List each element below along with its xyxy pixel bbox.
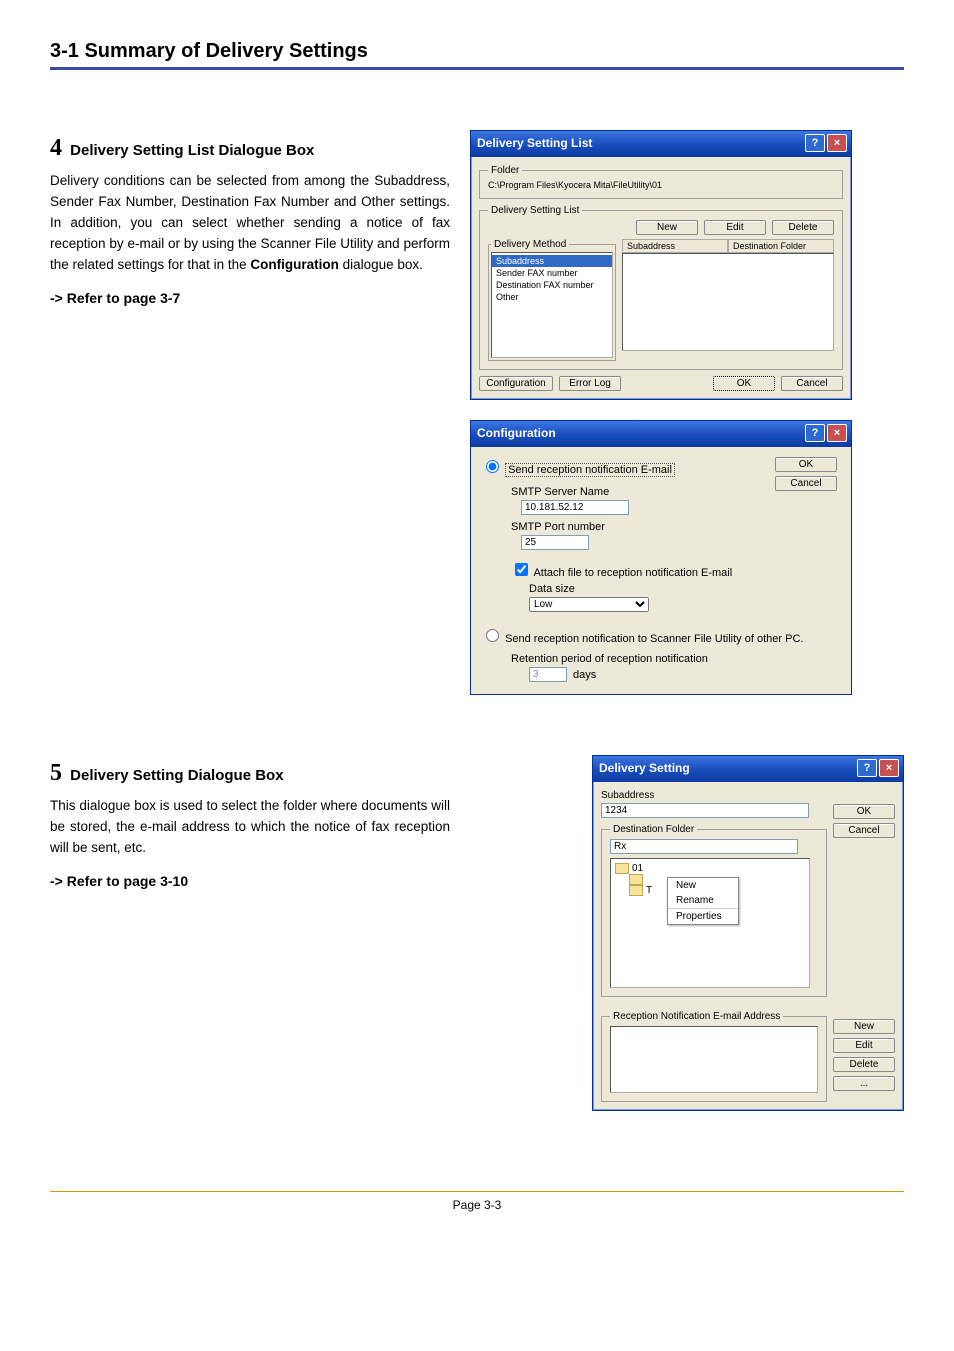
section5-number: 5 <box>50 760 62 786</box>
retention-input <box>529 667 567 682</box>
email-address-fieldset: Reception Notification E-mail Address <box>601 1011 827 1102</box>
section5-reference: -> Refer to page 3-10 <box>50 871 450 893</box>
folder-icon <box>629 885 643 896</box>
close-icon[interactable]: × <box>827 424 847 442</box>
help-icon[interactable]: ? <box>805 424 825 442</box>
section-5: 5 Delivery Setting Dialogue Box This dia… <box>50 755 904 1131</box>
section5-paragraph: This dialogue box is used to select the … <box>50 796 450 859</box>
col-subaddress[interactable]: Subaddress <box>622 239 728 253</box>
col-destination[interactable]: Destination Folder <box>728 239 834 253</box>
page-title: 3-1 Summary of Delivery Settings <box>50 40 904 70</box>
folder-icon <box>615 863 629 874</box>
retention-label: Retention period of reception notificati… <box>511 653 841 665</box>
delivery-method-legend: Delivery Method <box>491 239 569 250</box>
email-address-legend: Reception Notification E-mail Address <box>610 1011 783 1022</box>
radio-email-input[interactable] <box>486 460 499 473</box>
cancel-button[interactable]: Cancel <box>833 823 895 838</box>
smtp-port-input[interactable] <box>521 535 589 550</box>
destination-folder-fieldset: Destination Folder 01 T New Rename Prope… <box>601 824 827 997</box>
list-item[interactable]: Subaddress <box>492 255 612 267</box>
delivery-grid[interactable] <box>622 253 834 351</box>
new-button[interactable]: New <box>833 1019 895 1034</box>
list-item[interactable]: Other <box>492 291 612 303</box>
ok-button[interactable]: OK <box>775 457 837 472</box>
delivery-method-fieldset: Delivery Method Subaddress Sender FAX nu… <box>488 239 616 361</box>
retention-unit: days <box>573 669 596 681</box>
section4-title: Delivery Setting List Dialogue Box <box>70 142 314 159</box>
smtp-server-label: SMTP Server Name <box>511 486 775 498</box>
help-icon[interactable]: ? <box>857 759 877 777</box>
more-button[interactable]: ... <box>833 1076 895 1091</box>
data-size-label: Data size <box>529 583 775 595</box>
tree-item[interactable]: 01 <box>615 863 805 874</box>
dialog3-title: Delivery Setting <box>599 761 690 775</box>
delete-button[interactable]: Delete <box>772 220 834 235</box>
close-icon[interactable]: × <box>879 759 899 777</box>
section-4: 4 Delivery Setting List Dialogue Box Del… <box>50 130 904 715</box>
close-icon[interactable]: × <box>827 134 847 152</box>
attach-checkbox[interactable] <box>515 563 528 576</box>
section4-number: 4 <box>50 135 62 161</box>
delivery-setting-dialog: Delivery Setting ? × Subaddress Destinat… <box>592 755 904 1111</box>
folder-path: C:\Program Files\Kyocera Mita\FileUtilit… <box>488 180 834 190</box>
dialog1-title: Delivery Setting List <box>477 136 592 150</box>
error-log-button[interactable]: Error Log <box>559 376 621 391</box>
smtp-port-label: SMTP Port number <box>511 521 775 533</box>
delivery-list-fieldset: Delivery Setting List New Edit Delete De… <box>479 205 843 370</box>
ctx-properties[interactable]: Properties <box>668 908 738 924</box>
dialog2-title: Configuration <box>477 426 556 440</box>
destination-folder-input[interactable] <box>610 839 798 854</box>
edit-button[interactable]: Edit <box>704 220 766 235</box>
context-menu[interactable]: New Rename Properties <box>667 877 739 925</box>
section4-heading: 4 Delivery Setting List Dialogue Box <box>50 130 450 167</box>
radio-sfu[interactable]: Send reception notification to Scanner F… <box>481 633 803 645</box>
ctx-rename[interactable]: Rename <box>668 893 738 908</box>
ok-button[interactable]: OK <box>833 804 895 819</box>
ctx-new[interactable]: New <box>668 878 738 893</box>
delete-button[interactable]: Delete <box>833 1057 895 1072</box>
subaddress-label: Subaddress <box>601 790 827 801</box>
folder-icon <box>629 874 643 885</box>
configuration-dialog: Configuration ? × Send reception notific… <box>470 420 852 695</box>
destination-folder-legend: Destination Folder <box>610 824 697 835</box>
section4-reference: -> Refer to page 3-7 <box>50 288 450 310</box>
section4-paragraph: Delivery conditions can be selected from… <box>50 171 450 276</box>
page-footer: Page 3-3 <box>50 1191 904 1212</box>
delivery-setting-list-dialog: Delivery Setting List ? × Folder C:\Prog… <box>470 130 852 400</box>
data-size-select[interactable]: Low <box>529 597 649 612</box>
configuration-button[interactable]: Configuration <box>479 376 553 391</box>
edit-button[interactable]: Edit <box>833 1038 895 1053</box>
folder-fieldset: Folder C:\Program Files\Kyocera Mita\Fil… <box>479 165 843 199</box>
email-listbox[interactable] <box>610 1026 818 1093</box>
folder-legend: Folder <box>488 165 522 176</box>
radio-email[interactable]: Send reception notification E-mail <box>481 464 675 476</box>
new-button[interactable]: New <box>636 220 698 235</box>
cancel-button[interactable]: Cancel <box>781 376 843 391</box>
section5-heading: 5 Delivery Setting Dialogue Box <box>50 755 450 792</box>
help-icon[interactable]: ? <box>805 134 825 152</box>
delivery-method-list[interactable]: Subaddress Sender FAX number Destination… <box>491 252 613 358</box>
ok-button[interactable]: OK <box>713 376 775 391</box>
list-item[interactable]: Destination FAX number <box>492 279 612 291</box>
list-item[interactable]: Sender FAX number <box>492 267 612 279</box>
radio-sfu-input[interactable] <box>486 629 499 642</box>
folder-tree[interactable]: 01 T New Rename Properties <box>610 858 810 988</box>
cancel-button[interactable]: Cancel <box>775 476 837 491</box>
attach-checkbox-label[interactable]: Attach file to reception notification E-… <box>511 567 732 579</box>
subaddress-input[interactable] <box>601 803 809 818</box>
smtp-server-input[interactable] <box>521 500 629 515</box>
section5-title: Delivery Setting Dialogue Box <box>70 767 283 784</box>
delivery-list-legend: Delivery Setting List <box>488 205 582 216</box>
